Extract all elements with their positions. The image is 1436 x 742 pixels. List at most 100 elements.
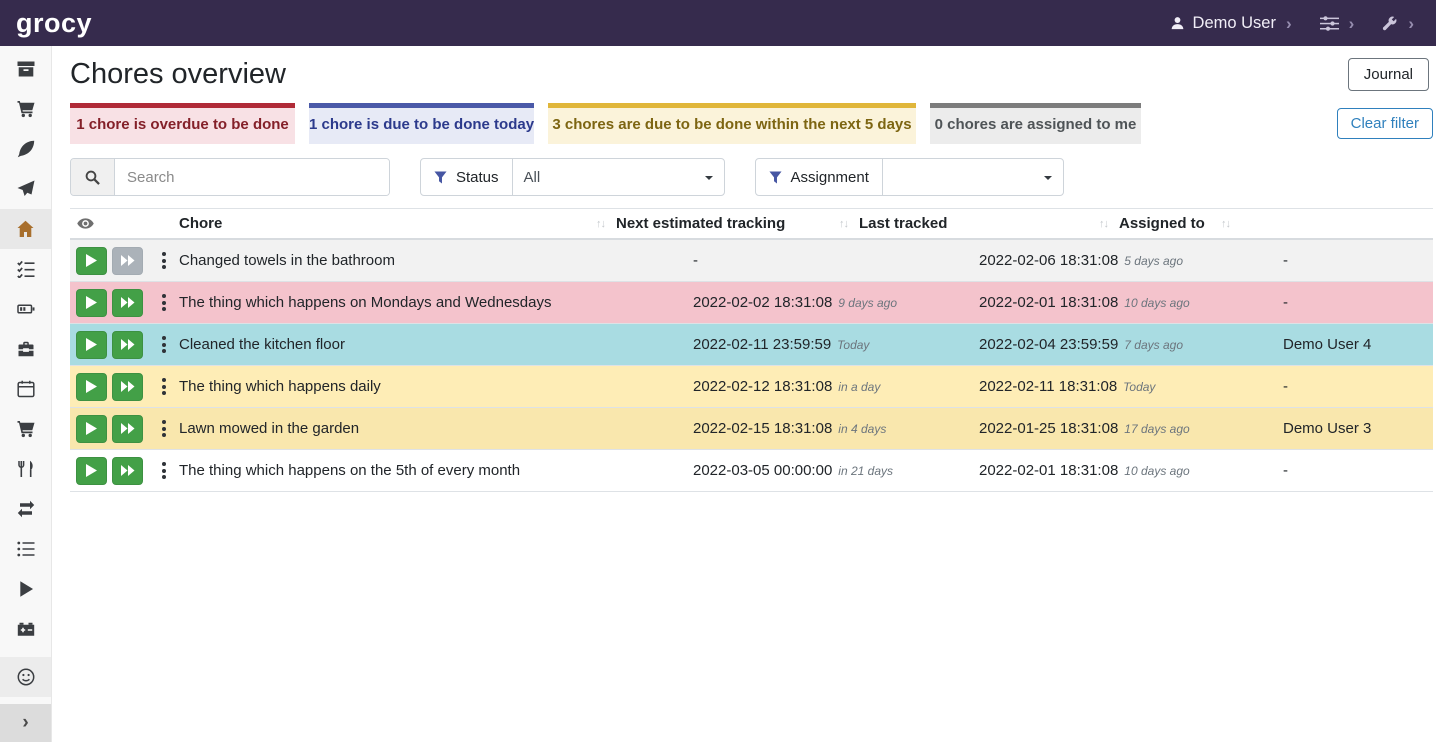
- sidebar-item-feedback[interactable]: [0, 657, 51, 697]
- next-tracking-relative: in 4 days: [838, 422, 886, 436]
- last-tracked-relative: 17 days ago: [1124, 422, 1189, 436]
- last-tracked-value: 2022-02-06 18:31:08: [979, 252, 1118, 269]
- table-row: Lawn mowed in the garden 2022-02-15 18:3…: [70, 408, 1433, 450]
- wrench-icon: [1382, 15, 1398, 31]
- skip-chore-button[interactable]: [112, 289, 143, 317]
- search-icon: [85, 170, 100, 185]
- track-chore-button[interactable]: [76, 331, 107, 359]
- track-chore-button[interactable]: [76, 289, 107, 317]
- row-menu-kebab-icon[interactable]: [155, 289, 173, 317]
- column-header-chore[interactable]: Chore ↑↓: [178, 215, 615, 232]
- skip-chore-button[interactable]: [112, 331, 143, 359]
- skip-chore-button-disabled: [112, 247, 143, 275]
- status-card-assigned-me[interactable]: 0 chores are assigned to me: [930, 103, 1141, 144]
- status-select[interactable]: All: [513, 159, 724, 195]
- home-icon: [16, 220, 35, 238]
- skip-chore-button[interactable]: [112, 415, 143, 443]
- next-tracking-relative: Today: [837, 338, 869, 352]
- settings-menu[interactable]: ›: [1320, 15, 1355, 32]
- sidebar-item-battery-tracking[interactable]: [0, 609, 51, 649]
- sidebar-item-batteries-overview[interactable]: [0, 289, 51, 329]
- next-tracking-relative: in a day: [838, 380, 880, 394]
- sidebar-item-transfer[interactable]: [0, 489, 51, 529]
- sidebar-collapse-toggle[interactable]: ›: [0, 704, 51, 742]
- sidebar-item-tasks[interactable]: [0, 249, 51, 289]
- sort-icon: ↑↓: [596, 218, 605, 230]
- row-menu-kebab-icon[interactable]: [155, 331, 173, 359]
- track-chore-button[interactable]: [76, 373, 107, 401]
- table-row: Changed towels in the bathroom - 2022-02…: [70, 240, 1433, 282]
- last-tracked-value: 2022-02-01 18:31:08: [979, 294, 1118, 311]
- cart-icon: [17, 100, 35, 118]
- feather-icon: [17, 140, 35, 158]
- status-select-value: All: [524, 169, 541, 186]
- sidebar-item-purchase[interactable]: [0, 409, 51, 449]
- skip-chore-button[interactable]: [112, 457, 143, 485]
- sidebar-item-meal-plan[interactable]: [0, 169, 51, 209]
- funnel-icon: [434, 171, 447, 184]
- column-header-assigned-to[interactable]: Assigned to ↑↓: [1118, 215, 1240, 232]
- sidebar-item-inventory[interactable]: [0, 529, 51, 569]
- main-content: Chores overview Journal 1 chore is overd…: [52, 46, 1436, 492]
- row-menu-kebab-icon[interactable]: [155, 415, 173, 443]
- status-filter-label-text: Status: [456, 169, 499, 186]
- exchange-icon: [17, 500, 35, 518]
- list-icon: [17, 540, 35, 558]
- next-tracking-relative: in 21 days: [838, 464, 893, 478]
- column-header-next-tracking[interactable]: Next estimated tracking ↑↓: [615, 215, 858, 232]
- journal-button[interactable]: Journal: [1348, 58, 1429, 91]
- sidebar-item-equipment[interactable]: [0, 329, 51, 369]
- admin-menu[interactable]: ›: [1382, 15, 1414, 32]
- last-tracked-value: 2022-01-25 18:31:08: [979, 420, 1118, 437]
- status-card-due-soon[interactable]: 3 chores are due to be done within the n…: [548, 103, 916, 144]
- row-menu-kebab-icon[interactable]: [155, 247, 173, 275]
- search-input[interactable]: [115, 159, 389, 195]
- sidebar-item-stock-overview[interactable]: [0, 49, 51, 89]
- fast-forward-icon: [121, 381, 135, 392]
- last-tracked-relative: 7 days ago: [1124, 338, 1183, 352]
- row-menu-kebab-icon[interactable]: [155, 457, 173, 485]
- play-icon: [86, 338, 97, 351]
- sidebar-item-shopping-list[interactable]: [0, 89, 51, 129]
- play-icon: [86, 254, 97, 267]
- next-tracking-value: 2022-02-11 23:59:59: [693, 336, 831, 353]
- funnel-icon: [769, 171, 782, 184]
- track-chore-button[interactable]: [76, 457, 107, 485]
- clear-filter-button[interactable]: Clear filter: [1337, 108, 1433, 139]
- sidebar-item-chore-tracking[interactable]: [0, 569, 51, 609]
- assignment-select[interactable]: [883, 159, 1063, 195]
- status-card-overdue[interactable]: 1 chore is overdue to be done: [70, 103, 295, 144]
- skip-chore-button[interactable]: [112, 373, 143, 401]
- chevron-right-icon: ›: [1286, 15, 1292, 32]
- collapse-chevron-icon: ›: [22, 712, 28, 734]
- fast-forward-icon: [121, 339, 135, 350]
- last-tracked-value: 2022-02-11 18:31:08: [979, 378, 1117, 395]
- user-icon: [1170, 16, 1185, 31]
- utensils-icon: [17, 460, 35, 478]
- filter-bar: Status All Assignment: [70, 158, 1433, 196]
- status-filter-label: Status: [421, 159, 513, 195]
- play-icon: [86, 464, 97, 477]
- status-card-due-today[interactable]: 1 chore is due to be done today: [309, 103, 534, 144]
- paper-plane-icon: [17, 180, 35, 198]
- track-chore-button[interactable]: [76, 247, 107, 275]
- column-visibility-toggle[interactable]: [70, 218, 178, 229]
- table-row: The thing which happens on the 5th of ev…: [70, 450, 1433, 492]
- sidebar-item-stock-journal[interactable]: [0, 129, 51, 169]
- track-chore-button[interactable]: [76, 415, 107, 443]
- search-addon: [71, 159, 115, 195]
- next-tracking-value: 2022-02-15 18:31:08: [693, 420, 832, 437]
- grocy-logo[interactable]: grocy: [16, 8, 92, 39]
- sidebar-item-chores-overview[interactable]: [0, 209, 51, 249]
- next-tracking-value: 2022-02-02 18:31:08: [693, 294, 832, 311]
- next-tracking-value: -: [693, 252, 698, 269]
- column-header-last-tracked[interactable]: Last tracked ↑↓: [858, 215, 1118, 232]
- assigned-to-value: -: [1283, 294, 1433, 311]
- user-menu[interactable]: Demo User ›: [1170, 14, 1292, 33]
- assigned-to-value: Demo User 3: [1283, 420, 1433, 437]
- sidebar-item-consume[interactable]: [0, 449, 51, 489]
- sidebar-item-calendar[interactable]: [0, 369, 51, 409]
- next-tracking-value: 2022-02-12 18:31:08: [693, 378, 832, 395]
- row-menu-kebab-icon[interactable]: [155, 373, 173, 401]
- play-icon: [17, 580, 34, 598]
